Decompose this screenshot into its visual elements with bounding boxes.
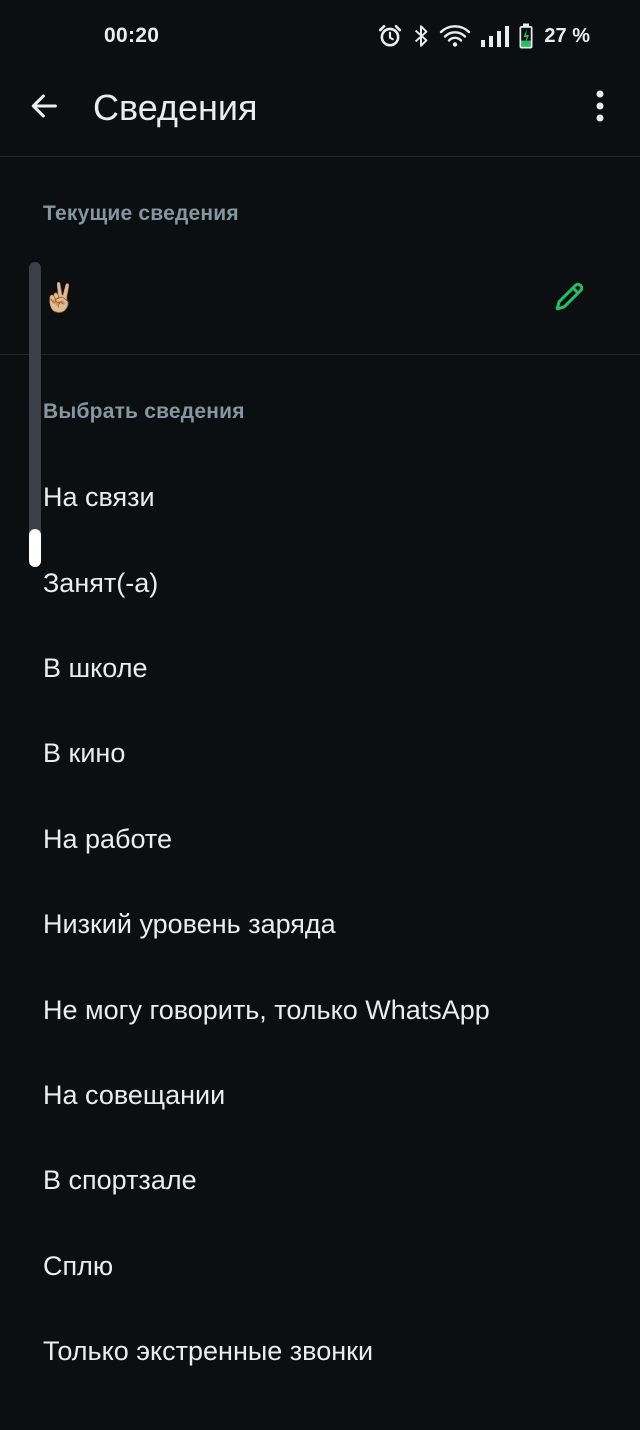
about-option[interactable]: В школе	[0, 626, 640, 711]
about-option[interactable]: Низкий уровень заряда	[0, 882, 640, 967]
about-option[interactable]: Сплю	[0, 1224, 640, 1309]
current-about-row[interactable]: ✌🏼	[0, 258, 640, 355]
arrow-left-icon	[27, 89, 61, 128]
current-section-title: Текущие сведения	[43, 202, 239, 225]
back-button[interactable]	[22, 86, 66, 130]
choose-section-title: Выбрать сведения	[43, 400, 245, 423]
edit-about-button[interactable]	[550, 278, 590, 318]
app-bar: Сведения	[0, 72, 640, 157]
about-option[interactable]: Занят(-а)	[0, 540, 640, 625]
about-options-list: На связи Занят(-а) В школе В кино На раб…	[0, 455, 640, 1394]
pencil-icon	[552, 278, 588, 319]
about-option[interactable]: Не могу говорить, только WhatsApp	[0, 967, 640, 1052]
scrollbar-thumb[interactable]	[29, 529, 41, 567]
about-option[interactable]: На работе	[0, 797, 640, 882]
current-about-value: ✌🏼	[42, 282, 77, 313]
about-option[interactable]: В кино	[0, 711, 640, 796]
more-vertical-icon	[595, 90, 605, 127]
about-option[interactable]: На совещании	[0, 1053, 640, 1138]
about-option[interactable]: Только экстренные звонки	[0, 1309, 640, 1394]
bluetooth-icon	[412, 23, 430, 49]
signal-icon	[480, 24, 510, 48]
about-option[interactable]: На связи	[0, 455, 640, 540]
about-option[interactable]: В спортзале	[0, 1138, 640, 1223]
scrollbar[interactable]	[29, 262, 41, 567]
page-title: Сведения	[93, 87, 258, 128]
wifi-icon	[439, 23, 471, 49]
battery-charging-icon	[519, 23, 533, 49]
battery-percent: 27 %	[544, 24, 590, 47]
status-time: 00:20	[104, 24, 160, 47]
more-options-button[interactable]	[582, 88, 618, 128]
status-bar: 00:20 27 %	[0, 0, 640, 72]
alarm-icon	[377, 23, 403, 49]
status-icons: 27 %	[377, 22, 590, 50]
